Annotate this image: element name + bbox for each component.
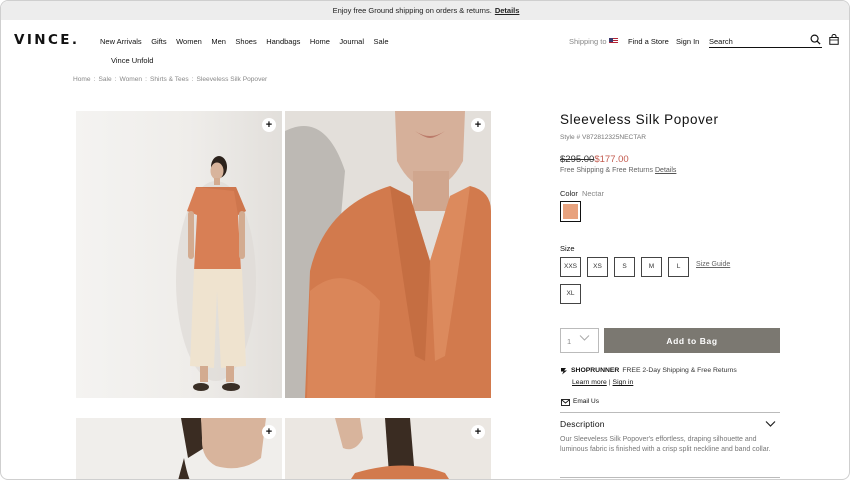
shoprunner-promo: SHOPRUNNER FREE 2-Day Shipping & Free Ret… (571, 367, 737, 374)
email-us-link[interactable]: Email Us (573, 398, 599, 405)
size-xl-button[interactable]: XL (560, 284, 581, 304)
divider (560, 412, 780, 413)
swatch-fill (563, 204, 578, 219)
breadcrumb-separator: : (191, 76, 194, 83)
shoprunner-brand: SHOPRUNNER (571, 367, 620, 374)
shoprunner-sign-in-link[interactable]: Sign in (613, 379, 634, 386)
product-title: Sleeveless Silk Popover (560, 112, 719, 127)
nav-men[interactable]: Men (211, 37, 226, 49)
search-icon[interactable] (810, 34, 821, 45)
shipping-to[interactable]: Shipping to (569, 37, 618, 46)
learn-more-link[interactable]: Learn more (572, 379, 607, 386)
original-price: $295.00 (560, 154, 595, 165)
vince-logo[interactable]: VINCE. (14, 32, 79, 48)
mail-icon (561, 399, 570, 406)
breadcrumb-separator: : (93, 76, 96, 83)
zoom-icon[interactable]: + (262, 118, 276, 132)
shipping-to-label: Shipping to (569, 37, 607, 46)
nav-shoes[interactable]: Shoes (235, 37, 256, 49)
shoprunner-text: FREE 2-Day Shipping & Free Returns (622, 367, 737, 374)
color-swatch-nectar[interactable] (560, 201, 581, 222)
nav-sale[interactable]: Sale (374, 37, 389, 49)
zoom-icon[interactable]: + (471, 118, 485, 132)
breadcrumb-women[interactable]: Women (119, 76, 142, 83)
browser-page: Enjoy free Ground shipping on orders & r… (0, 0, 850, 480)
size-xs-button[interactable]: XS (587, 257, 608, 277)
nav-gifts[interactable]: Gifts (151, 37, 166, 49)
shopping-bag-icon[interactable] (829, 34, 839, 45)
shoprunner-logo-icon (561, 368, 567, 375)
main-nav: New Arrivals Gifts Women Men Shoes Handb… (100, 37, 398, 49)
size-l-button[interactable]: L (668, 257, 689, 277)
add-to-bag-button[interactable]: Add to Bag (604, 328, 780, 353)
nav-handbags[interactable]: Handbags (266, 37, 300, 49)
chevron-down-icon[interactable] (765, 420, 776, 428)
zoom-icon[interactable]: + (471, 425, 485, 439)
breadcrumb-sale[interactable]: Sale (98, 76, 111, 83)
color-value: Nectar (581, 189, 605, 198)
product-image-back[interactable]: + (285, 418, 491, 479)
product-image-full-length[interactable]: + (76, 111, 282, 398)
description-text: Our Sleeveless Silk Popover's effortless… (560, 436, 771, 453)
promo-banner: Enjoy free Ground shipping on orders & r… (1, 1, 849, 20)
nav-new-arrivals[interactable]: New Arrivals (100, 37, 142, 49)
breadcrumb-shirts-tees[interactable]: Shirts & Tees (150, 76, 189, 83)
promo-details-link[interactable]: Details (495, 6, 520, 15)
chevron-down-icon (579, 335, 590, 341)
product-image-closeup[interactable]: + (285, 111, 491, 398)
color-label-text: Color (560, 189, 578, 198)
model-side-illustration (178, 418, 266, 479)
price-block: $295.00$177.00 (560, 154, 629, 165)
nav-home[interactable]: Home (310, 37, 330, 49)
size-xxs-button[interactable]: XXS (560, 257, 581, 277)
breadcrumb: Home : Sale : Women : Shirts & Tees : Sl… (73, 76, 267, 83)
size-guide-link[interactable]: Size Guide (696, 261, 730, 268)
divider (560, 477, 780, 478)
model-closeup-illustration (285, 111, 491, 398)
breadcrumb-separator: : (145, 76, 147, 83)
breadcrumb-separator: : (114, 76, 117, 83)
size-label: Size (560, 244, 575, 253)
shoprunner-links: Learn more | Sign in (572, 379, 633, 386)
search-input[interactable] (709, 33, 822, 48)
style-number: Style # V872812325NECTAR (560, 134, 647, 141)
model-back-illustration (335, 418, 449, 479)
find-store-link[interactable]: Find a Store (628, 37, 669, 46)
free-shipping-note: Free Shipping & Free Returns Details (560, 167, 676, 174)
description-toggle[interactable]: Description (560, 419, 605, 429)
size-m-button[interactable]: M (641, 257, 662, 277)
shipping-details-link[interactable]: Details (655, 167, 676, 174)
breadcrumb-current: Sleeveless Silk Popover (196, 76, 268, 83)
nav-vince-unfold[interactable]: Vince Unfold (111, 56, 153, 65)
nav-women[interactable]: Women (176, 37, 202, 49)
color-label: Color Nectar (560, 189, 604, 198)
us-flag-icon (608, 38, 618, 44)
model-full-illustration (176, 156, 256, 391)
zoom-icon[interactable]: + (262, 425, 276, 439)
link-separator: | (608, 379, 611, 386)
promo-text: Enjoy free Ground shipping on orders & r… (332, 6, 492, 15)
sign-in-link[interactable]: Sign In (676, 37, 699, 46)
free-shipping-text: Free Shipping & Free Returns (560, 167, 653, 174)
breadcrumb-home[interactable]: Home (73, 76, 91, 83)
size-s-button[interactable]: S (614, 257, 635, 277)
product-image-side[interactable]: + (76, 418, 282, 479)
nav-journal[interactable]: Journal (339, 37, 364, 49)
sale-price: $177.00 (594, 154, 629, 165)
